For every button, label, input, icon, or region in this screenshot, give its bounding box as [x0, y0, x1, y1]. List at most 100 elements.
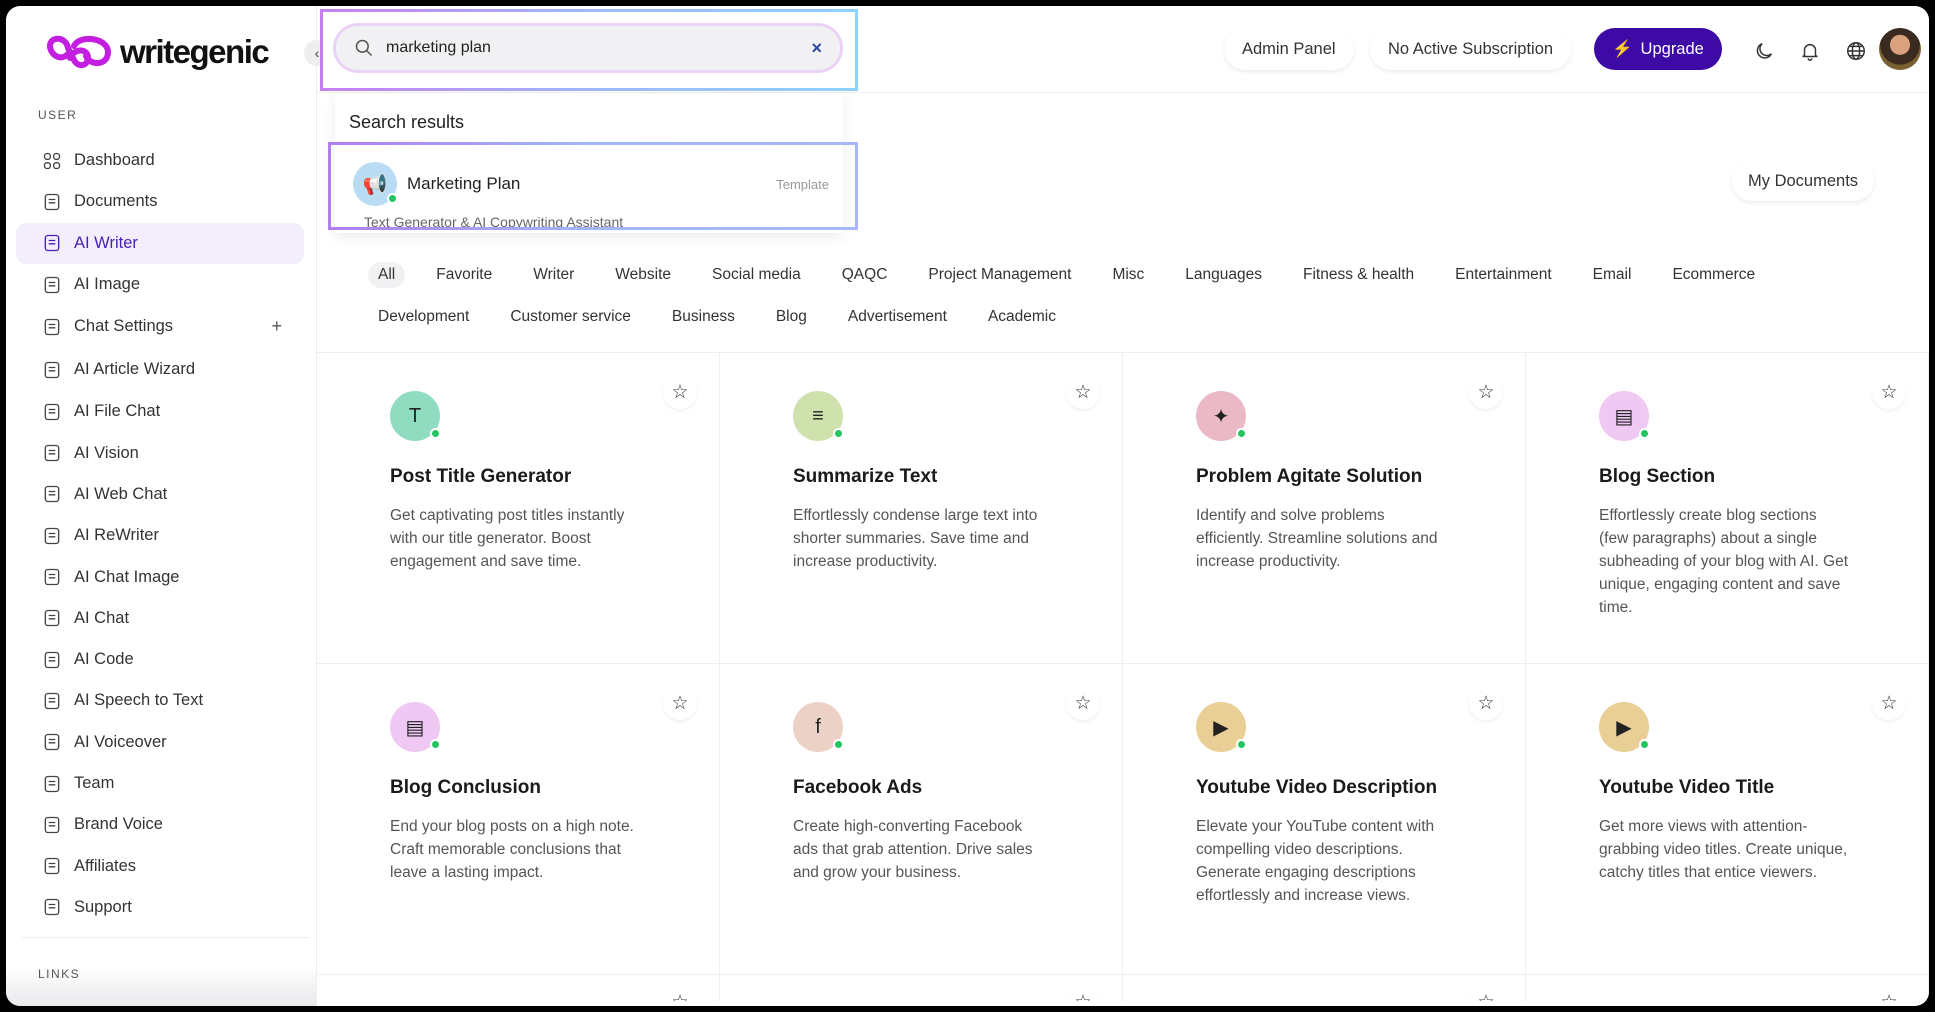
filter-tab[interactable]: Academic: [978, 304, 1066, 330]
sidebar-item-ai-web-chat[interactable]: AI Web Chat: [16, 474, 304, 515]
chat-icon: [44, 610, 60, 627]
logo[interactable]: writegenic: [44, 32, 270, 72]
filter-tab[interactable]: Social media: [702, 262, 811, 288]
template-card[interactable]: ☆ ▶ Youtube Video Title Get more views with…: [1526, 664, 1929, 975]
favorite-star-icon[interactable]: ☆: [663, 985, 697, 1002]
sidebar-item-affiliates[interactable]: Affiliates: [16, 845, 304, 886]
template-icon: ✦: [1196, 391, 1247, 441]
sidebar-item-label: AI Writer: [74, 233, 138, 252]
sidebar-item-label: AI Voiceover: [74, 732, 167, 751]
template-card[interactable]: ☆ ≡ Summarize Text Effortlessly condense la…: [720, 353, 1123, 664]
upgrade-button[interactable]: ⚡ Upgrade: [1594, 28, 1722, 70]
search-result-item[interactable]: 📢 Marketing Plan Template: [339, 151, 843, 217]
card-title: Youtube Video Title: [1599, 777, 1775, 798]
sidebar-item-ai-voiceover[interactable]: AI Voiceover: [16, 722, 304, 763]
my-documents-button[interactable]: My Documents: [1732, 161, 1874, 201]
sidebar-item-label: Brand Voice: [74, 815, 163, 834]
template-glyph: ▤: [1614, 405, 1634, 428]
filter-tab[interactable]: Favorite: [426, 262, 502, 288]
template-icon: f: [793, 702, 844, 752]
favorite-star-icon[interactable]: ☆: [1066, 375, 1100, 409]
filter-tab[interactable]: Business: [662, 304, 745, 330]
template-card[interactable]: ☆ f Facebook Ads Create high-converting Fac…: [720, 664, 1123, 975]
favorite-star-icon[interactable]: ☆: [1872, 686, 1906, 720]
sidebar-item-ai-rewriter[interactable]: AI ReWriter: [16, 515, 304, 556]
filter-tab[interactable]: Languages: [1175, 262, 1272, 288]
dark-mode-moon-icon[interactable]: [1753, 40, 1775, 62]
user-avatar[interactable]: [1879, 28, 1921, 70]
sidebar-item-ai-code[interactable]: AI Code: [16, 639, 304, 680]
favorite-star-icon[interactable]: ☆: [1872, 985, 1906, 1002]
sidebar-item-dashboard[interactable]: Dashboard: [16, 140, 304, 181]
favorite-star-icon[interactable]: ☆: [1469, 985, 1503, 1002]
favorite-star-icon[interactable]: ☆: [1469, 375, 1503, 409]
filter-tab[interactable]: Project Management: [918, 262, 1081, 288]
sidebar-item-ai-file-chat[interactable]: AI File Chat: [16, 391, 304, 432]
template-icon: ▶: [1599, 702, 1650, 752]
sidebar-item-ai-chat[interactable]: AI Chat: [16, 598, 304, 639]
favorite-star-icon[interactable]: ☆: [1066, 985, 1100, 1002]
sidebar-item-chat-settings[interactable]: Chat Settings +: [16, 305, 304, 348]
status-dot: [833, 739, 844, 750]
template-glyph: T: [408, 404, 422, 427]
sidebar-item-ai-chat-image[interactable]: AI Chat Image: [16, 556, 304, 597]
filter-tab[interactable]: Writer: [523, 262, 584, 288]
filter-tab[interactable]: Entertainment: [1445, 262, 1562, 288]
clear-search-icon[interactable]: ×: [811, 38, 822, 59]
subscription-button[interactable]: No Active Subscription: [1370, 28, 1572, 70]
speaker-icon: [44, 734, 60, 751]
template-glyph: f: [815, 715, 821, 738]
card-description: Effortlessly create blog sections (few p…: [1599, 507, 1849, 616]
template-card[interactable]: ☆ T Post Title Generator Get captivating po…: [317, 353, 720, 664]
template-grid: ☆ T Post Title Generator Get captivating po…: [317, 352, 1929, 1001]
filter-tab[interactable]: Advertisement: [838, 304, 957, 330]
sidebar-item-ai-article-wizard[interactable]: AI Article Wizard: [16, 348, 304, 391]
template-card[interactable]: ☆ ▤ Blog Section Effortlessly create blog s…: [1526, 353, 1929, 664]
sidebar-item-label: AI Speech to Text: [74, 691, 204, 710]
plus-icon[interactable]: +: [271, 316, 282, 337]
chat-bubble-icon: [44, 318, 60, 335]
sidebar-item-team[interactable]: Team: [16, 763, 304, 804]
sidebar-item-label: AI Vision: [74, 443, 139, 462]
favorite-star-icon[interactable]: ☆: [1872, 375, 1906, 409]
result-type-tag: Template: [776, 176, 829, 192]
filter-tab[interactable]: Email: [1583, 262, 1642, 288]
filter-tab[interactable]: Blog: [766, 304, 817, 330]
category-filters: All Favorite Writer Website Social media QAQC…: [368, 262, 1828, 330]
filter-tab[interactable]: QAQC: [832, 262, 898, 288]
sidebar-item-support[interactable]: Support: [16, 887, 304, 928]
favorite-star-icon[interactable]: ☆: [663, 686, 697, 720]
sidebar-item-ai-speech-to-text[interactable]: AI Speech to Text: [16, 680, 304, 721]
section-label-user: USER: [38, 108, 78, 122]
favorite-star-icon[interactable]: ☆: [663, 375, 697, 409]
sidebar-item-brand-voice[interactable]: Brand Voice: [16, 804, 304, 845]
sidebar-item-documents[interactable]: Documents: [16, 181, 304, 222]
sidebar-item-label: AI ReWriter: [74, 526, 159, 545]
favorite-star-icon[interactable]: ☆: [1469, 686, 1503, 720]
globe-icon[interactable]: [1845, 40, 1867, 62]
card-description: Get captivating post titles instantly wi…: [390, 507, 625, 570]
template-card[interactable]: ☆ ▤ Blog Conclusion End your blog posts on …: [317, 664, 720, 975]
favorite-star-icon[interactable]: ☆: [1066, 686, 1100, 720]
template-glyph: ✦: [1212, 405, 1230, 428]
template-glyph: ▤: [405, 716, 425, 739]
template-icon: ▤: [390, 702, 441, 752]
filter-tab[interactable]: Fitness & health: [1293, 262, 1424, 288]
template-card-partial: ☆: [1123, 975, 1526, 1001]
filter-tab[interactable]: Website: [605, 262, 681, 288]
filter-tab[interactable]: Ecommerce: [1662, 262, 1765, 288]
sidebar-item-ai-image[interactable]: AI Image: [16, 264, 304, 305]
bell-icon[interactable]: [1799, 40, 1821, 62]
admin-panel-button[interactable]: Admin Panel: [1224, 28, 1354, 70]
filter-tab[interactable]: Customer service: [500, 304, 641, 330]
card-description: Effortlessly condense large text into sh…: [793, 507, 1038, 570]
template-card[interactable]: ☆ ▶ Youtube Video Description Elevate your …: [1123, 664, 1526, 975]
template-card[interactable]: ☆ ✦ Problem Agitate Solution Identify and s…: [1123, 353, 1526, 664]
sidebar-item-label: Team: [74, 774, 115, 792]
filter-tab[interactable]: All: [368, 262, 406, 288]
filter-tab[interactable]: Misc: [1102, 262, 1154, 288]
filter-tab[interactable]: Development: [368, 304, 479, 330]
search-input[interactable]: marketing plan ×: [333, 23, 843, 73]
sidebar-item-ai-writer[interactable]: AI Writer: [16, 222, 304, 264]
sidebar-item-ai-vision[interactable]: AI Vision: [16, 432, 304, 473]
